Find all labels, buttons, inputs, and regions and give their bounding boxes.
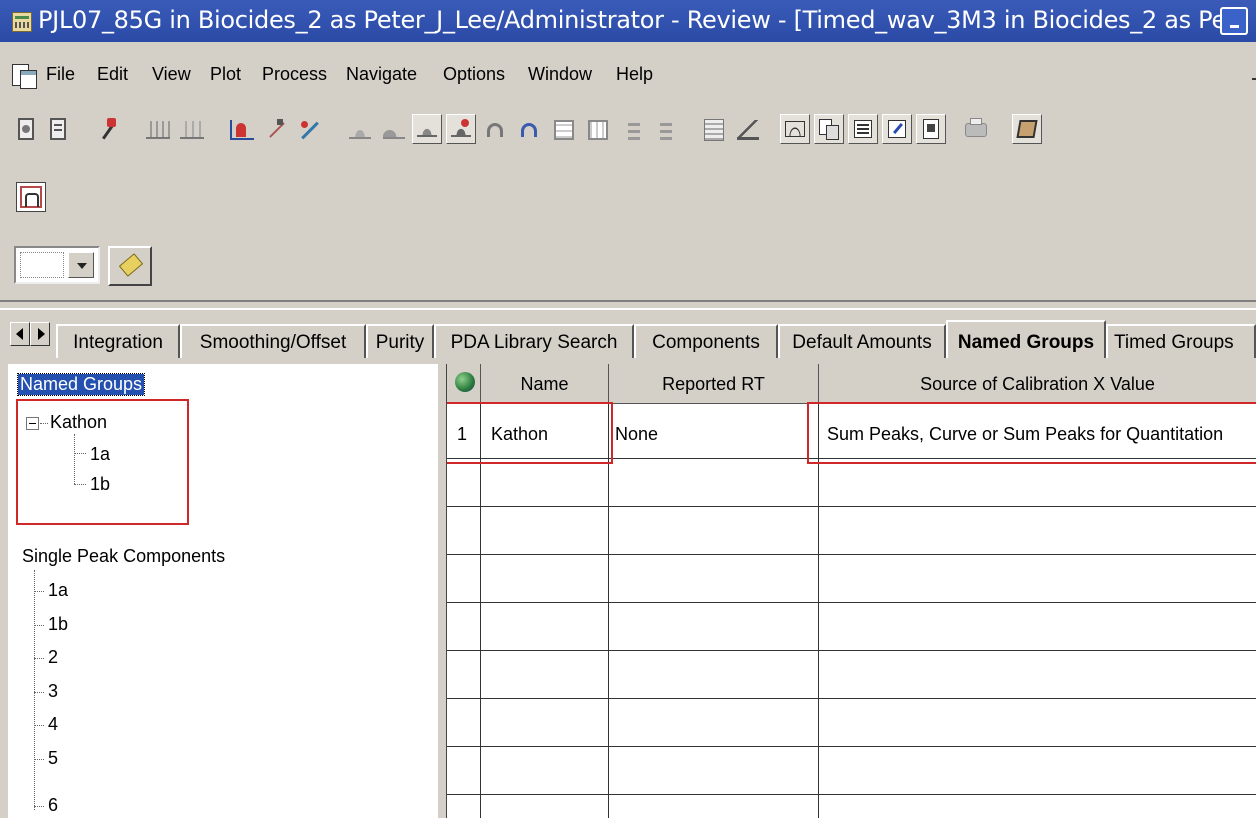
integrate-icon[interactable] — [226, 114, 256, 144]
tree-connector — [34, 570, 35, 810]
tree-named-groups[interactable]: Named Groups — [16, 373, 146, 396]
calibrate-icon[interactable] — [294, 114, 324, 144]
menu-edit[interactable]: Edit — [97, 64, 128, 85]
tree-item[interactable]: 6 — [48, 795, 58, 816]
pda-view-icon[interactable] — [16, 182, 46, 212]
grid-line — [447, 602, 1256, 603]
menu-bar: File Edit View Plot Process Navigate Opt… — [0, 58, 1256, 94]
clipboard-icon[interactable] — [916, 114, 946, 144]
export-icon[interactable] — [698, 114, 728, 144]
grid-line — [447, 506, 1256, 507]
table-b-icon[interactable] — [582, 114, 612, 144]
tab-smoothing-offset[interactable]: Smoothing/Offset — [180, 324, 366, 358]
chrom-b-icon[interactable] — [378, 114, 408, 144]
tree-single-peak-components[interactable]: Single Peak Components — [22, 546, 225, 567]
highlight-box — [447, 402, 613, 464]
chrom-a-icon[interactable] — [344, 114, 374, 144]
column-header-reported-rt[interactable]: Reported RT — [609, 364, 819, 404]
menu-options[interactable]: Options — [443, 64, 505, 85]
tab-integration[interactable]: Integration — [56, 324, 180, 358]
highlight-box — [807, 402, 1256, 464]
menu-window[interactable]: Window — [528, 64, 592, 85]
peaks-icon[interactable] — [142, 114, 172, 144]
tab-pda-library-search[interactable]: PDA Library Search — [434, 324, 634, 358]
toolbar — [10, 102, 1256, 160]
selector-combo[interactable] — [14, 246, 100, 284]
highlight-box — [16, 399, 189, 525]
table-a-icon[interactable] — [548, 114, 578, 144]
peaks-edit-icon[interactable] — [176, 114, 206, 144]
chrom-d-icon[interactable] — [446, 114, 476, 144]
tree-item[interactable]: 3 — [48, 681, 58, 702]
grid-line — [447, 650, 1256, 651]
chevron-down-icon[interactable] — [68, 252, 94, 278]
tree-connector — [34, 658, 44, 659]
minimize-button[interactable] — [1220, 7, 1248, 35]
tab-strip: Integration Smoothing/Offset Purity PDA … — [0, 320, 1256, 358]
grid-line — [818, 404, 819, 818]
document-icon[interactable] — [12, 64, 37, 89]
tree-item[interactable]: 1b — [48, 614, 68, 635]
tab-purity[interactable]: Purity — [366, 324, 434, 358]
tab-timed-groups[interactable]: Timed Groups — [1106, 324, 1256, 358]
redo-icon[interactable] — [514, 114, 544, 144]
edit-icon[interactable] — [882, 114, 912, 144]
menu-view[interactable]: View — [152, 64, 191, 85]
cell-reported-rt[interactable]: None — [615, 424, 658, 445]
copy-icon[interactable] — [814, 114, 844, 144]
tree-connector — [34, 725, 44, 726]
grid-line — [608, 404, 609, 818]
menu-navigate[interactable]: Navigate — [346, 64, 417, 85]
grid-line — [447, 698, 1256, 699]
named-groups-grid: Name Reported RT Source of Calibration X… — [446, 364, 1256, 818]
tree-item[interactable]: 1a — [48, 580, 68, 601]
menu-plot[interactable]: Plot — [210, 64, 241, 85]
book-icon[interactable] — [1012, 114, 1042, 144]
spectrum-icon[interactable] — [780, 114, 810, 144]
doc-gear-icon[interactable] — [12, 114, 42, 144]
tab-scroll-right-icon[interactable] — [30, 322, 50, 346]
menu-help[interactable]: Help — [616, 64, 653, 85]
tree-connector — [34, 806, 44, 807]
tree-connector — [34, 625, 44, 626]
column-header-source[interactable]: Source of Calibration X Value — [819, 364, 1256, 404]
tab-components[interactable]: Components — [634, 324, 778, 358]
grid-corner[interactable] — [447, 364, 481, 404]
title-bar: PJL07_85G in Biocides_2 as Peter_J_Lee/A… — [0, 0, 1256, 42]
window-title: PJL07_85G in Biocides_2 as Peter_J_Lee/A… — [38, 6, 1248, 34]
tree-item[interactable]: 5 — [48, 748, 58, 769]
eraser-icon[interactable] — [108, 246, 152, 286]
doc-list-icon[interactable] — [44, 114, 74, 144]
app-icon — [12, 12, 32, 32]
pane-splitter[interactable] — [0, 300, 1256, 310]
tree-item[interactable]: 4 — [48, 714, 58, 735]
grid-line — [447, 554, 1256, 555]
tab-default-amounts[interactable]: Default Amounts — [778, 324, 946, 358]
manual-peak-icon[interactable] — [260, 114, 290, 144]
globe-icon — [455, 372, 475, 392]
sort-a-icon[interactable] — [618, 114, 648, 144]
menu-process[interactable]: Process — [262, 64, 327, 85]
grid-line — [447, 794, 1256, 795]
report-icon[interactable] — [732, 114, 762, 144]
list-icon[interactable] — [848, 114, 878, 144]
menu-file[interactable]: File — [46, 64, 75, 85]
combo-field[interactable] — [20, 252, 64, 278]
tree-connector — [34, 591, 44, 592]
tree-item[interactable]: 2 — [48, 647, 58, 668]
undo-icon[interactable] — [480, 114, 510, 144]
tab-named-groups[interactable]: Named Groups — [946, 320, 1106, 358]
wand-icon[interactable] — [92, 114, 122, 144]
column-header-name[interactable]: Name — [481, 364, 609, 404]
sort-b-icon[interactable] — [650, 114, 680, 144]
tree-connector — [34, 759, 44, 760]
grid-line — [480, 404, 481, 818]
print-icon[interactable] — [960, 114, 990, 144]
grid-line — [447, 746, 1256, 747]
chrom-c-icon[interactable] — [412, 114, 442, 144]
tab-scroll-left-icon[interactable] — [10, 322, 30, 346]
menu-overflow — [1252, 78, 1256, 80]
tree-panel: Named Groups Kathon 1a 1b Single Peak Co… — [8, 364, 438, 818]
tree-connector — [34, 692, 44, 693]
